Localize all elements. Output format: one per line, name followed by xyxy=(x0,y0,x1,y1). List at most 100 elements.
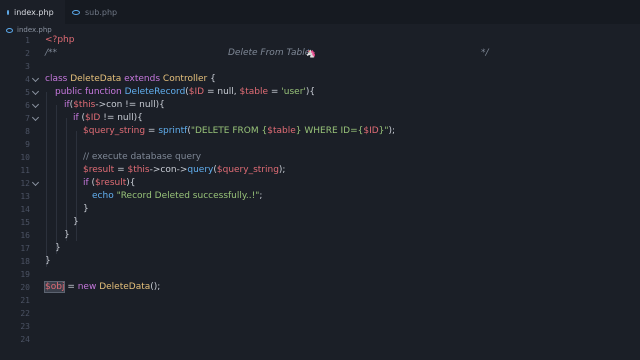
string: }" xyxy=(378,126,389,136)
variable: $query_string xyxy=(216,165,279,175)
punct: ; xyxy=(259,191,263,201)
fold-chevron-icon[interactable] xyxy=(31,87,40,96)
punct: ){ xyxy=(305,87,316,97)
fold-chevron-icon[interactable] xyxy=(31,74,40,83)
keyword: function xyxy=(84,87,122,97)
line-number: 15 xyxy=(20,218,30,227)
code-line: 5 public function DeleteRecord($ID = nul… xyxy=(0,86,640,99)
line-number: 7 xyxy=(25,114,30,123)
keyword: new xyxy=(77,282,97,292)
punct: = xyxy=(145,126,159,136)
php-file-icon xyxy=(6,27,13,33)
code-line: 15 } xyxy=(0,216,640,229)
class-name: DeleteData xyxy=(96,282,151,292)
variable: $query_string xyxy=(83,126,146,136)
keyword: class xyxy=(45,74,68,84)
variable: $ID xyxy=(363,126,379,136)
line-number: 1 xyxy=(25,36,30,45)
punct: ->con != null){ xyxy=(95,100,165,110)
code-line: 12 if ($result){ xyxy=(0,177,640,190)
punct: ){ xyxy=(126,178,136,188)
line-number: 14 xyxy=(20,205,30,214)
line-number: 16 xyxy=(20,231,30,240)
string: 'user' xyxy=(281,87,306,97)
line-number: 20 xyxy=(20,283,30,292)
code-line: 13 echo "Record Deleted successfully..!"… xyxy=(0,190,640,203)
line-number: 13 xyxy=(20,192,30,201)
punct: } xyxy=(45,256,51,266)
code-line: 18 } xyxy=(0,255,640,268)
code-editor[interactable]: 1 <?php 2 /** Delete From Table 🦄 */ 3 4… xyxy=(0,34,640,360)
code-line: 23 xyxy=(0,320,640,333)
code-line: 9 xyxy=(0,138,640,151)
breadcrumb-file[interactable]: index.php xyxy=(17,26,52,34)
punct: } xyxy=(55,243,61,253)
unicorn-icon: 🦄 xyxy=(306,49,316,58)
code-line: 11 $result = $this->con->query($query_st… xyxy=(0,164,640,177)
comment-open: /** xyxy=(45,48,58,58)
line-number: 6 xyxy=(25,101,30,110)
keyword: extends xyxy=(124,74,161,84)
fold-chevron-icon[interactable] xyxy=(31,178,40,187)
line-number: 17 xyxy=(20,244,30,253)
variable: $this xyxy=(73,100,96,110)
line-number: 4 xyxy=(25,75,30,84)
variable: $result xyxy=(95,178,127,188)
code-line: 19 xyxy=(0,268,640,281)
line-number: 8 xyxy=(25,127,30,136)
code-line: 16 } xyxy=(0,229,640,242)
php-file-icon xyxy=(7,9,9,15)
code-line: 21 xyxy=(0,294,640,307)
keyword: echo xyxy=(92,191,114,201)
line-number: 24 xyxy=(20,335,30,344)
string: "DELETE FROM { xyxy=(190,126,268,136)
punct: } xyxy=(83,204,89,214)
php-open-tag: <?php xyxy=(45,35,75,45)
line-number: 12 xyxy=(20,179,30,188)
variable: $table xyxy=(267,126,296,136)
code-line: 14 } xyxy=(0,203,640,216)
class-name: Controller xyxy=(162,74,208,84)
punct: != null){ xyxy=(100,113,143,123)
line-number: 3 xyxy=(25,62,30,71)
tab-sub-php[interactable]: sub.php xyxy=(65,0,127,24)
code-line: 1 <?php xyxy=(0,34,640,47)
function-name: DeleteRecord xyxy=(124,87,186,97)
punct: = xyxy=(268,87,282,97)
string: "Record Deleted successfully..!" xyxy=(113,191,260,201)
comment-text: Delete From Table xyxy=(228,48,311,58)
punct: } xyxy=(73,217,79,227)
line-number: 19 xyxy=(20,270,30,279)
tab-index-php[interactable]: index.php xyxy=(0,0,65,24)
code-line: 4 class DeleteData extends Controller { xyxy=(0,73,640,86)
punct: } xyxy=(64,230,70,240)
code-line: 20 $obj = new DeleteData(); xyxy=(0,281,640,294)
line-number: 23 xyxy=(20,322,30,331)
punct: ); xyxy=(388,126,396,136)
punct: ); xyxy=(278,165,286,175)
punct: = xyxy=(64,282,78,292)
line-number: 9 xyxy=(25,140,30,149)
selected-variable[interactable]: $obj xyxy=(43,281,66,293)
code-line: 7 if ($ID != null){ xyxy=(0,112,640,125)
fold-chevron-icon[interactable] xyxy=(31,113,40,122)
code-line: 8 $query_string = sprintf("DELETE FROM {… xyxy=(0,125,640,138)
fold-chevron-icon[interactable] xyxy=(31,100,40,109)
code-line: 6 if($this->con != null){ xyxy=(0,99,640,112)
line-number: 21 xyxy=(20,296,30,305)
line-number: 5 xyxy=(25,88,30,97)
tab-label: sub.php xyxy=(85,7,118,17)
php-file-icon xyxy=(72,9,80,15)
line-number: 11 xyxy=(20,166,30,175)
comment-close: */ xyxy=(481,48,489,58)
code-line: 2 /** Delete From Table 🦄 */ xyxy=(0,47,640,60)
code-line: 17 } xyxy=(0,242,640,255)
line-number: 2 xyxy=(25,49,30,58)
variable: $ID xyxy=(85,113,101,123)
function-name: sprintf xyxy=(158,126,188,136)
punct: = null, xyxy=(204,87,240,97)
code-line: 3 xyxy=(0,60,640,73)
line-number: 22 xyxy=(20,309,30,318)
variable: $table xyxy=(239,87,269,97)
tab-label: index.php xyxy=(14,7,54,17)
